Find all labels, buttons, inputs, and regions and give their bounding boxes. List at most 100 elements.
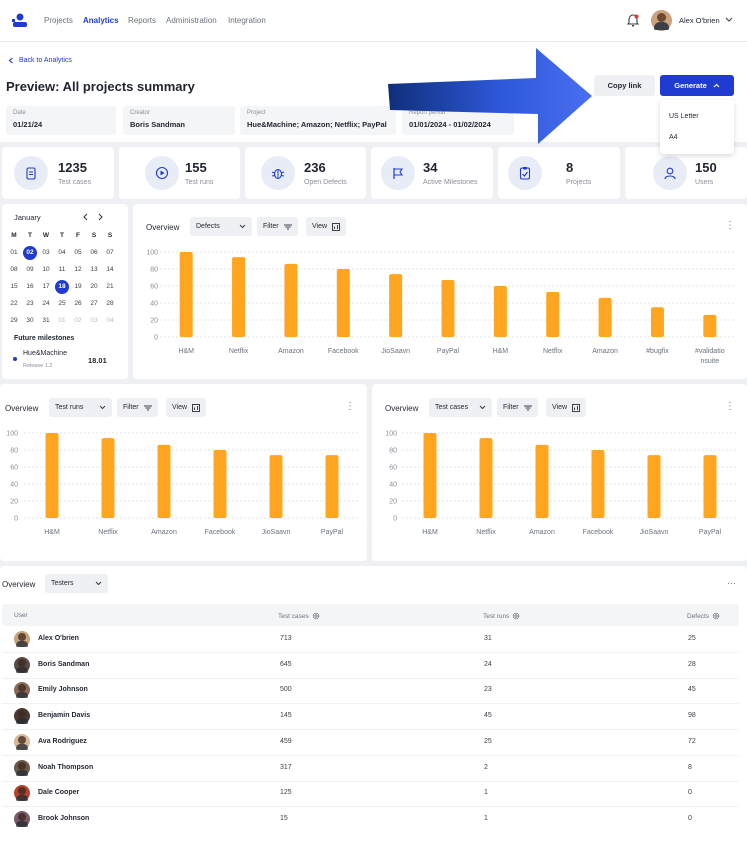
view-button[interactable]: View bbox=[546, 398, 587, 417]
calendar-day[interactable]: 15 bbox=[7, 280, 21, 294]
user-name-cell[interactable]: Benjamin Davis bbox=[38, 712, 90, 719]
chevron-down-icon[interactable] bbox=[725, 17, 733, 23]
user-name-cell[interactable]: Brook Johnson bbox=[38, 815, 89, 822]
view-button[interactable]: View bbox=[306, 217, 347, 236]
user-name-cell[interactable]: Boris Sandman bbox=[38, 661, 89, 668]
user-avatar[interactable] bbox=[651, 10, 672, 31]
filter-button[interactable]: Filter bbox=[497, 398, 538, 417]
user-name-cell[interactable]: Emily Johnson bbox=[38, 686, 88, 693]
calendar-day[interactable]: 01 bbox=[55, 314, 69, 328]
calendar-day[interactable]: 07 bbox=[103, 246, 117, 260]
menu-item-a4[interactable]: A4 bbox=[669, 134, 678, 141]
column-defects[interactable]: Defects bbox=[687, 612, 720, 620]
nav-administration[interactable]: Administration bbox=[166, 16, 217, 25]
column-test-cases[interactable]: Test cases bbox=[278, 612, 320, 620]
test-runs-select[interactable]: Test runs bbox=[49, 398, 112, 417]
bar[interactable] bbox=[493, 286, 507, 337]
calendar-day[interactable]: 10 bbox=[39, 263, 53, 277]
filter-button[interactable]: Filter bbox=[117, 398, 158, 417]
bar[interactable] bbox=[647, 455, 661, 518]
calendar-day[interactable]: 03 bbox=[39, 246, 53, 260]
bar[interactable] bbox=[598, 297, 612, 337]
calendar-day[interactable]: 21 bbox=[103, 280, 117, 294]
more-options-icon[interactable]: ··· bbox=[727, 578, 736, 588]
calendar-day[interactable]: 28 bbox=[103, 297, 117, 311]
copy-link-button[interactable]: Copy link bbox=[594, 75, 655, 96]
testers-select[interactable]: Testers bbox=[45, 574, 108, 593]
calendar-day[interactable]: 24 bbox=[39, 297, 53, 311]
nav-reports[interactable]: Reports bbox=[128, 16, 156, 25]
chevron-left-icon[interactable] bbox=[82, 213, 89, 221]
column-user[interactable]: User bbox=[14, 612, 28, 619]
calendar-day[interactable]: 16 bbox=[23, 280, 37, 294]
bar[interactable] bbox=[232, 257, 246, 337]
bar[interactable] bbox=[546, 291, 560, 337]
calendar-day-selected[interactable]: 02 bbox=[23, 246, 37, 260]
calendar-day[interactable]: 13 bbox=[87, 263, 101, 277]
bar[interactable] bbox=[157, 444, 171, 518]
notification-bell-icon[interactable] bbox=[627, 14, 639, 27]
calendar-day[interactable]: 04 bbox=[55, 246, 69, 260]
back-link[interactable]: Back to Analytics bbox=[19, 57, 72, 64]
calendar-day[interactable]: 12 bbox=[71, 263, 85, 277]
bar[interactable] bbox=[284, 263, 298, 337]
calendar-day[interactable]: 17 bbox=[39, 280, 53, 294]
calendar-day[interactable]: 29 bbox=[7, 314, 21, 328]
calendar-day[interactable]: 08 bbox=[7, 263, 21, 277]
calendar-day[interactable]: 03 bbox=[87, 314, 101, 328]
nav-projects[interactable]: Projects bbox=[44, 16, 73, 25]
calendar-day[interactable]: 22 bbox=[7, 297, 21, 311]
calendar-day[interactable]: 20 bbox=[87, 280, 101, 294]
calendar-day[interactable]: 26 bbox=[71, 297, 85, 311]
calendar-day[interactable]: 14 bbox=[103, 263, 117, 277]
calendar-day[interactable]: 19 bbox=[71, 280, 85, 294]
bar[interactable] bbox=[269, 455, 283, 518]
user-name-cell[interactable]: Dale Cooper bbox=[38, 789, 79, 796]
user-name-cell[interactable]: Alex O'brien bbox=[38, 635, 79, 642]
test-cases-select[interactable]: Test cases bbox=[429, 398, 492, 417]
nav-analytics[interactable]: Analytics bbox=[83, 16, 119, 25]
more-options-icon[interactable]: ⋮ bbox=[345, 401, 355, 412]
view-button[interactable]: View bbox=[166, 398, 207, 417]
calendar-day-selected[interactable]: 18 bbox=[55, 280, 69, 294]
bar[interactable] bbox=[441, 280, 455, 337]
calendar-day[interactable]: 02 bbox=[71, 314, 85, 328]
bar[interactable] bbox=[389, 274, 403, 337]
bar[interactable] bbox=[591, 450, 605, 518]
menu-item-us-letter[interactable]: US Letter bbox=[669, 113, 699, 120]
bar[interactable] bbox=[650, 307, 664, 337]
calendar-day[interactable]: 11 bbox=[55, 263, 69, 277]
column-test-runs[interactable]: Test runs bbox=[483, 612, 520, 620]
calendar-day[interactable]: 31 bbox=[39, 314, 53, 328]
generate-button[interactable]: Generate bbox=[660, 75, 734, 96]
calendar-day[interactable]: 05 bbox=[71, 246, 85, 260]
bar[interactable] bbox=[423, 433, 437, 518]
logo-icon[interactable] bbox=[11, 11, 29, 29]
user-name-cell[interactable]: Ava Rodriguez bbox=[38, 738, 87, 745]
calendar-day[interactable]: 04 bbox=[103, 314, 117, 328]
bar[interactable] bbox=[535, 444, 549, 518]
bar[interactable] bbox=[325, 455, 339, 518]
filter-button[interactable]: Filter bbox=[257, 217, 298, 236]
user-name-cell[interactable]: Noah Thompson bbox=[38, 764, 93, 771]
calendar-day[interactable]: 30 bbox=[23, 314, 37, 328]
chevron-right-icon[interactable] bbox=[97, 213, 104, 221]
bar[interactable] bbox=[45, 433, 59, 518]
chevron-left-icon[interactable] bbox=[8, 57, 14, 64]
calendar-day[interactable]: 25 bbox=[55, 297, 69, 311]
user-name[interactable]: Alex O'brien bbox=[679, 16, 720, 25]
more-options-icon[interactable]: ⋮ bbox=[725, 220, 735, 231]
nav-integration[interactable]: Integration bbox=[228, 16, 266, 25]
calendar-day[interactable]: 06 bbox=[87, 246, 101, 260]
more-options-icon[interactable]: ⋮ bbox=[725, 401, 735, 412]
defects-select[interactable]: Defects bbox=[190, 217, 252, 236]
bar[interactable] bbox=[703, 314, 717, 337]
milestone-name[interactable]: Hue&Machine bbox=[23, 350, 67, 357]
calendar-day[interactable]: 09 bbox=[23, 263, 37, 277]
bar[interactable] bbox=[179, 252, 193, 337]
bar[interactable] bbox=[101, 438, 115, 518]
calendar-day[interactable]: 27 bbox=[87, 297, 101, 311]
bar[interactable] bbox=[479, 438, 493, 518]
bar[interactable] bbox=[336, 269, 350, 337]
bar[interactable] bbox=[703, 455, 717, 518]
